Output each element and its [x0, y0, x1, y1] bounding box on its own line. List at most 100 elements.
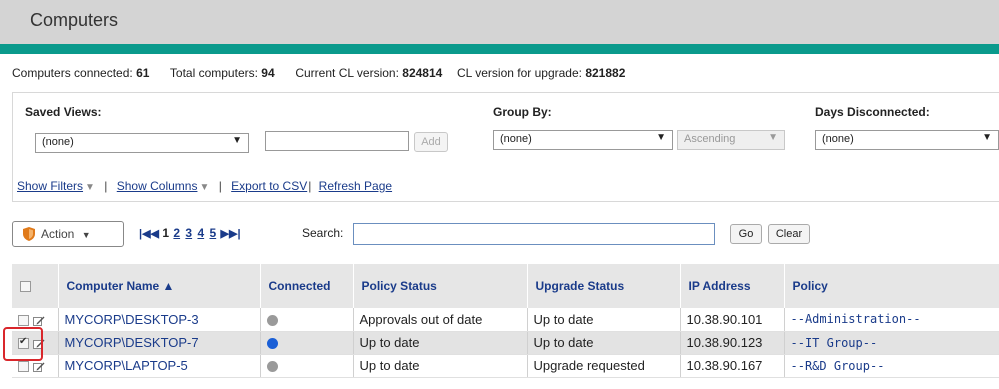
link-separator: |: [218, 179, 222, 193]
table-row[interactable]: MYCORP\DESKTOP-3 Approvals out of date Up …: [12, 308, 999, 332]
policy-cell[interactable]: --Administration--: [784, 308, 999, 332]
group-by-select[interactable]: (none) ▼: [493, 130, 673, 150]
search-input[interactable]: [353, 223, 715, 245]
edit-icon[interactable]: [33, 338, 45, 350]
row-select-cell: [12, 354, 59, 378]
cl-version-label: Current CL version:: [295, 66, 399, 80]
computer-name-cell[interactable]: MYCORP\LAPTOP-5: [58, 354, 261, 378]
prev-page-icon[interactable]: ◀: [151, 228, 159, 240]
table-row[interactable]: MYCORP\DESKTOP-7Up to dateUp to date10.3…: [12, 331, 999, 355]
row-checkbox[interactable]: [18, 314, 29, 326]
edit-icon[interactable]: [33, 361, 45, 373]
column-header-policy[interactable]: Policy: [784, 264, 999, 308]
column-header-policy-status[interactable]: Policy Status: [353, 264, 528, 308]
page-links: Show Filters ▼ | Show Columns ▼ | Export t…: [17, 179, 392, 193]
show-columns-link[interactable]: Show Columns: [117, 179, 198, 193]
upgrade-version-label: CL version for upgrade:: [457, 66, 582, 80]
select-all-checkbox[interactable]: [20, 281, 31, 293]
computer-name-cell[interactable]: MYCORP\DESKTOP-7: [58, 331, 261, 355]
column-header-computer-name[interactable]: Computer Name ▲: [58, 264, 261, 308]
row-checkbox[interactable]: [18, 336, 29, 350]
connected-cell: [260, 308, 354, 332]
first-page-icon[interactable]: |◀: [139, 228, 151, 240]
column-header-upgrade-status[interactable]: Upgrade Status: [527, 264, 681, 308]
connected-cell: [260, 331, 354, 355]
next-page-icon[interactable]: ▶: [221, 228, 229, 240]
show-columns-label: Show Columns: [116, 179, 198, 193]
chevron-down-icon: ▼: [199, 182, 210, 193]
connected-label: Computers connected:: [12, 66, 133, 80]
sort-order-value: Ascending: [684, 133, 736, 145]
page-title: Computers: [30, 10, 119, 30]
row-checkbox[interactable]: [18, 361, 29, 373]
page-link[interactable]: 5: [209, 226, 216, 240]
computer-name-cell[interactable]: MYCORP\DESKTOP-3: [58, 308, 261, 332]
sort-order-select[interactable]: Ascending ▼: [677, 130, 785, 150]
connection-status-icon: [266, 338, 278, 350]
stats-bar: Computers connected: 61 Total computers:…: [12, 66, 625, 80]
header-divider: [0, 44, 999, 54]
clear-button[interactable]: Clear: [768, 224, 810, 244]
page-link[interactable]: 2: [173, 226, 180, 240]
show-filters-link[interactable]: Show Filters: [17, 179, 83, 193]
policy-cell[interactable]: --IT Group--: [784, 331, 999, 355]
shield-icon: [23, 227, 35, 241]
upgrade-status-cell: Up to date: [527, 308, 681, 332]
cl-version-value: 824814: [402, 66, 443, 80]
export-csv-link[interactable]: Export to CSV: [231, 179, 307, 193]
grid-toolbar: Action ▼ |◀◀ 1 2 3 4 5 ▶▶| Search: Go Cl…: [12, 221, 992, 247]
upgrade-status-cell: Upgrade requested: [527, 354, 681, 378]
table-header-row: Computer Name ▲ Connected Policy Status …: [12, 264, 999, 308]
dropdown-arrow-icon: ▼: [232, 135, 242, 146]
go-button[interactable]: Go: [730, 224, 762, 244]
show-filters-label: Show Filters: [17, 179, 84, 193]
table-row[interactable]: MYCORP\LAPTOP-5 Up to date Upgrade request…: [12, 354, 999, 378]
dropdown-arrow-icon: ▼: [768, 132, 778, 143]
days-disconnected-label: Days Disconnected:: [815, 105, 930, 119]
connected-cell: [260, 354, 354, 378]
days-disconnected-select[interactable]: (none) ▼: [815, 130, 999, 150]
add-view-button[interactable]: Add: [414, 132, 448, 152]
policy-cell[interactable]: --R&D Group--: [784, 354, 999, 378]
ip-address-cell: 10.38.90.123: [680, 331, 785, 355]
refresh-page-link[interactable]: Refresh Page: [319, 179, 392, 193]
action-menu-button[interactable]: Action ▼: [12, 221, 124, 247]
select-all-header: [12, 264, 59, 308]
pagination: |◀◀ 1 2 3 4 5 ▶▶|: [139, 226, 241, 240]
connection-status-icon: [266, 361, 278, 373]
column-header-ip-address[interactable]: IP Address: [680, 264, 785, 308]
chevron-down-icon: ▼: [81, 230, 91, 240]
policy-status-cell: Up to date: [353, 331, 528, 355]
page-link[interactable]: 3: [185, 226, 192, 240]
column-header-connected[interactable]: Connected: [260, 264, 354, 308]
saved-views-select[interactable]: (none) ▼: [35, 133, 249, 153]
upgrade-version-value: 821882: [585, 66, 626, 80]
days-disconnected-value: (none): [822, 133, 854, 145]
group-by-label: Group By:: [493, 105, 552, 119]
page-link[interactable]: 4: [197, 226, 204, 240]
group-by-value: (none): [500, 133, 532, 145]
total-value: 94: [261, 66, 275, 80]
total-label: Total computers:: [169, 66, 258, 80]
saved-views-value: (none): [42, 136, 74, 148]
view-name-input[interactable]: [265, 131, 409, 151]
dropdown-arrow-icon: ▼: [982, 132, 992, 143]
page-link: 1: [162, 226, 170, 240]
ip-address-cell: 10.38.90.101: [680, 308, 785, 332]
policy-status-cell: Up to date: [353, 354, 528, 378]
chevron-down-icon: ▼: [85, 182, 95, 193]
computers-table: Computer Name ▲ Connected Policy Status …: [12, 264, 999, 378]
search-label: Search:: [302, 226, 344, 240]
ip-address-cell: 10.38.90.167: [680, 354, 785, 378]
page-header: Computers: [0, 0, 999, 44]
row-select-cell: [12, 331, 59, 355]
connected-value: 61: [136, 66, 150, 80]
edit-icon[interactable]: [33, 315, 45, 326]
link-separator: |: [308, 179, 312, 193]
row-select-cell: [12, 308, 59, 332]
upgrade-status-cell: Up to date: [527, 331, 681, 355]
dropdown-arrow-icon: ▼: [656, 132, 666, 143]
action-label: Action: [41, 227, 75, 241]
last-page-icon[interactable]: ▶|: [229, 228, 241, 240]
connection-status-icon: [266, 314, 278, 326]
